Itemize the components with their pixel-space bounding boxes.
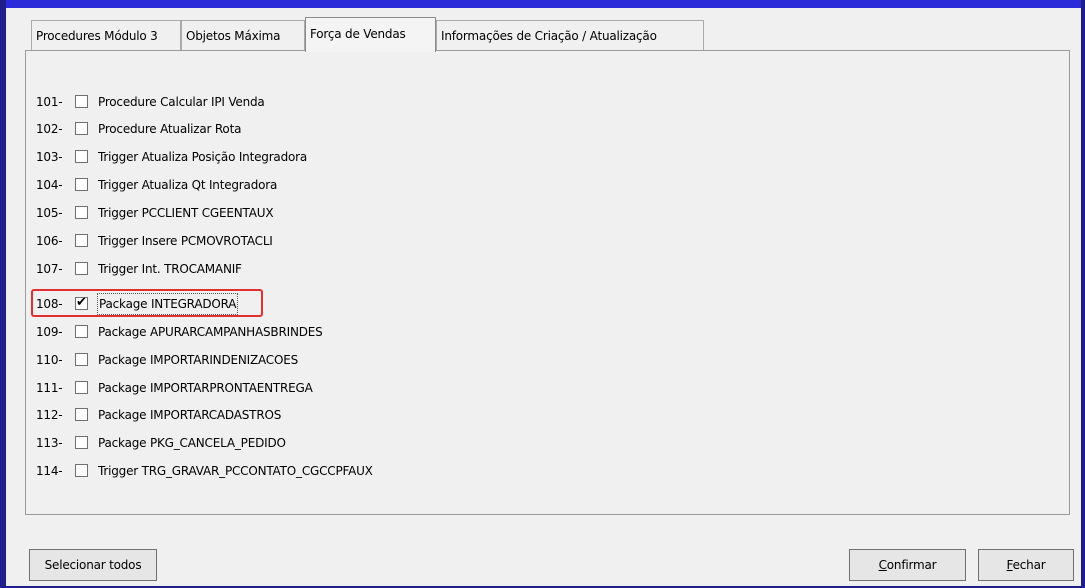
- item-number: 111-: [36, 381, 63, 395]
- item-checkbox[interactable]: [75, 178, 88, 191]
- item-checkbox[interactable]: [75, 262, 88, 275]
- item-number: 103-: [36, 150, 63, 164]
- item-label: Trigger Atualiza Qt Integradora: [98, 178, 278, 192]
- item-number: 113-: [36, 436, 63, 450]
- window-right-border: [1081, 0, 1085, 588]
- item-label: Package IMPORTARPRONTAENTREGA: [98, 381, 313, 395]
- item-label: Trigger Atualiza Posição Integradora: [98, 150, 308, 164]
- item-number: 112-: [36, 408, 63, 422]
- item-label: Procedure Atualizar Rota: [98, 122, 242, 136]
- item-label: Package PKG_CANCELA_PEDIDO: [98, 436, 286, 450]
- item-label: Package APURARCAMPANHASBRINDES: [98, 325, 323, 339]
- item-checkbox[interactable]: [75, 150, 88, 163]
- list-item[interactable]: 111- Package IMPORTARPRONTAENTREGA: [36, 378, 313, 398]
- list-item[interactable]: 107- Trigger Int. TROCAMANIF: [36, 259, 242, 279]
- list-item[interactable]: 106- Trigger Insere PCMOVROTACLI: [36, 231, 273, 251]
- window-left-border: [0, 0, 6, 588]
- item-checkbox[interactable]: [75, 325, 88, 338]
- item-label: Trigger PCCLIENT CGEENTAUX: [98, 206, 274, 220]
- list-item[interactable]: 103- Trigger Atualiza Posição Integradora: [36, 147, 307, 167]
- tab-forca-de-vendas[interactable]: Força de Vendas: [305, 17, 436, 52]
- item-number: 107-: [36, 262, 63, 276]
- list-item[interactable]: 109- Package APURARCAMPANHASBRINDES: [36, 322, 323, 342]
- list-item[interactable]: 114- Trigger TRG_GRAVAR_PCCONTATO_CGCCPFA…: [36, 461, 373, 481]
- confirm-label-mnemonic: C: [878, 558, 887, 572]
- item-number: 105-: [36, 206, 63, 220]
- item-checkbox[interactable]: [75, 464, 88, 477]
- item-label: Package INTEGRADORA: [96, 293, 239, 315]
- tab-informacoes-criacao-atualizacao[interactable]: Informações de Criação / Atualização: [436, 20, 704, 50]
- item-checkbox[interactable]: [75, 234, 88, 247]
- tab-objetos-maxima[interactable]: Objetos Máxima: [181, 20, 305, 50]
- item-number: 108-: [36, 297, 63, 311]
- list-item[interactable]: 105- Trigger PCCLIENT CGEENTAUX: [36, 203, 274, 223]
- window-top-border: [0, 0, 1085, 8]
- item-number: 109-: [36, 325, 63, 339]
- confirm-button[interactable]: Confirmar: [849, 549, 966, 581]
- item-label: Trigger TRG_GRAVAR_PCCONTATO_CGCCPFAUX: [98, 464, 373, 478]
- confirm-label-rest: onfirmar: [886, 558, 937, 572]
- checkmark-icon: ✔: [76, 295, 87, 310]
- close-button[interactable]: Fechar: [978, 549, 1074, 581]
- item-checkbox[interactable]: [75, 381, 88, 394]
- tab-procedures-modulo-3[interactable]: Procedures Módulo 3: [31, 20, 181, 50]
- item-label: Package IMPORTARINDENIZACOES: [98, 353, 299, 367]
- list-item[interactable]: 101- Procedure Calcular IPI Venda: [36, 92, 265, 112]
- item-checkbox[interactable]: [75, 353, 88, 366]
- list-item[interactable]: 102- Procedure Atualizar Rota: [36, 119, 241, 139]
- item-label: Trigger Insere PCMOVROTACLI: [98, 234, 273, 248]
- list-item[interactable]: 104- Trigger Atualiza Qt Integradora: [36, 175, 277, 195]
- select-all-button[interactable]: Selecionar todos: [29, 549, 157, 581]
- item-checkbox[interactable]: [75, 206, 88, 219]
- item-label: Procedure Calcular IPI Venda: [98, 95, 265, 109]
- list-item[interactable]: 108- ✔ Package INTEGRADORA: [36, 293, 239, 315]
- item-checkbox[interactable]: ✔: [75, 295, 88, 310]
- item-label: Trigger Int. TROCAMANIF: [98, 262, 242, 276]
- list-item[interactable]: 112- Package IMPORTARCADASTROS: [36, 405, 281, 425]
- item-number: 110-: [36, 353, 63, 367]
- item-number: 106-: [36, 234, 63, 248]
- item-checkbox[interactable]: [75, 122, 88, 135]
- item-checkbox[interactable]: [75, 95, 88, 108]
- list-item[interactable]: 113- Package PKG_CANCELA_PEDIDO: [36, 433, 286, 453]
- item-label: Package IMPORTARCADASTROS: [98, 408, 282, 422]
- item-number: 104-: [36, 178, 63, 192]
- close-label-rest: echar: [1012, 558, 1046, 572]
- item-number: 114-: [36, 464, 63, 478]
- item-checkbox[interactable]: [75, 408, 88, 421]
- list-item[interactable]: 110- Package IMPORTARINDENIZACOES: [36, 350, 298, 370]
- item-number: 101-: [36, 95, 63, 109]
- item-number: 102-: [36, 122, 63, 136]
- item-checkbox[interactable]: [75, 436, 88, 449]
